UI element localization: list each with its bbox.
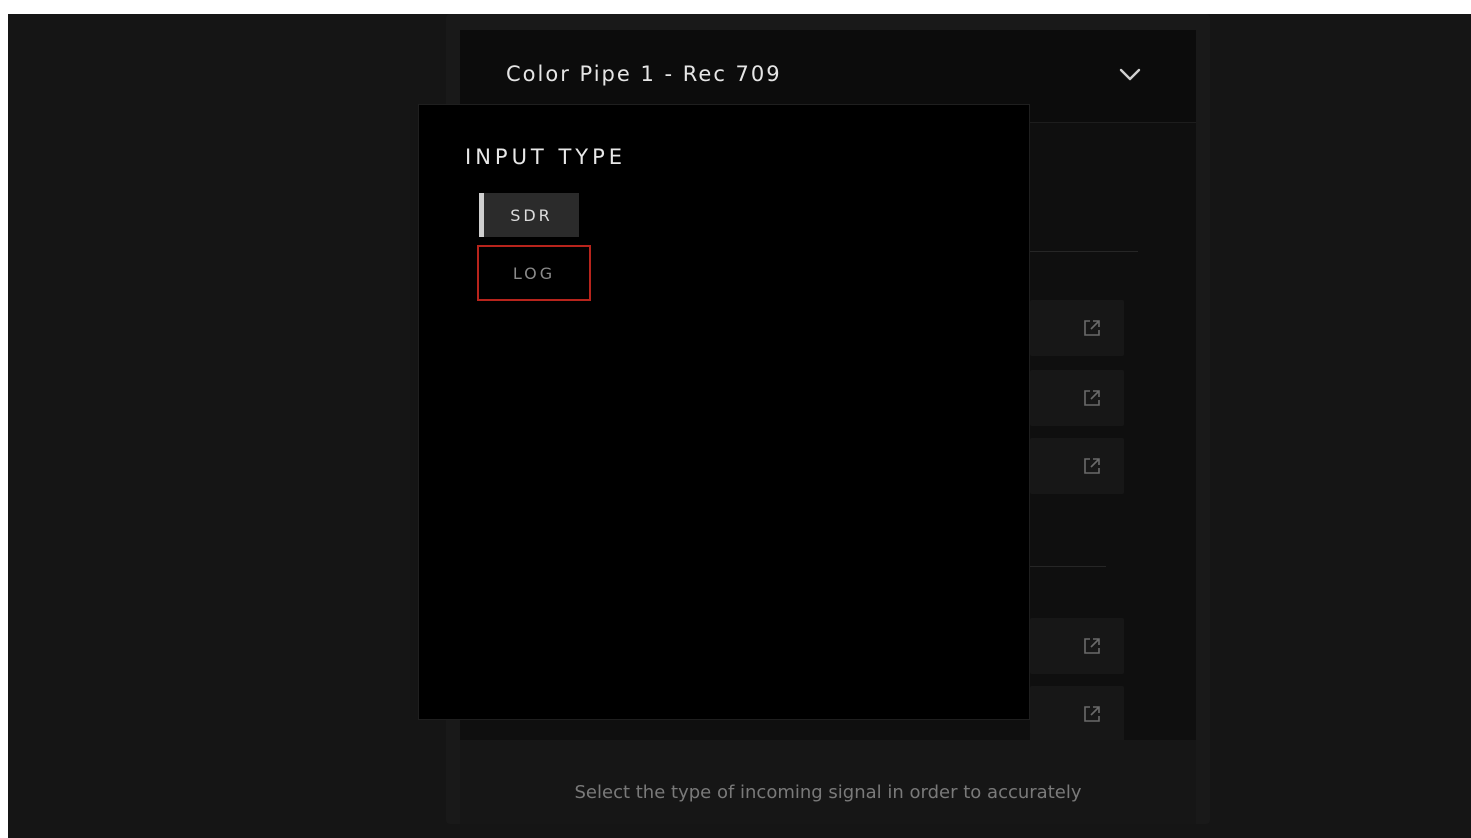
list-item[interactable] [1030, 300, 1124, 356]
external-link-icon[interactable] [1082, 388, 1102, 408]
list-item[interactable] [1030, 438, 1124, 494]
external-link-icon[interactable] [1082, 318, 1102, 338]
help-text: Select the type of incoming signal in or… [574, 782, 1082, 803]
external-link-icon[interactable] [1082, 704, 1102, 724]
help-footer: Select the type of incoming signal in or… [460, 740, 1196, 824]
popup-title: INPUT TYPE [465, 145, 627, 169]
chevron-down-icon[interactable] [1116, 60, 1144, 88]
external-link-icon[interactable] [1082, 456, 1102, 476]
divider [1030, 566, 1106, 567]
option-sdr[interactable]: SDR [479, 193, 579, 237]
option-log[interactable]: LOG [477, 245, 591, 301]
list-item[interactable] [1030, 618, 1124, 674]
list-item[interactable] [1030, 686, 1124, 742]
color-pipe-title: Color Pipe 1 - Rec 709 [506, 62, 782, 86]
divider [1030, 251, 1138, 252]
list-item[interactable] [1030, 370, 1124, 426]
input-type-popup: INPUT TYPE SDR LOG [418, 104, 1030, 720]
external-link-icon[interactable] [1082, 636, 1102, 656]
